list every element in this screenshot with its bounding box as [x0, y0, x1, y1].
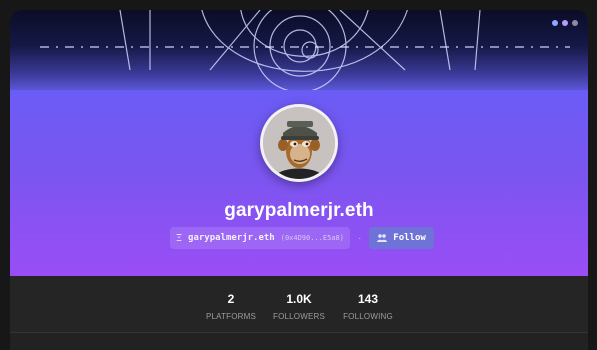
- stat-value: 2: [227, 292, 235, 306]
- follow-button[interactable]: Follow: [369, 227, 434, 249]
- profile-card: garypalmerjr.eth Ξ garypalmerjr.eth (0x4…: [10, 10, 588, 350]
- avatar[interactable]: [263, 107, 335, 179]
- stat-following[interactable]: 143 FOLLOWING: [333, 292, 403, 321]
- stat-label: PLATFORMS: [205, 312, 257, 321]
- banner-dot: [562, 20, 568, 26]
- profile-username: garypalmerjr.eth: [224, 200, 374, 221]
- stat-label: FOLLOWERS: [272, 312, 326, 321]
- avatar-frame: [260, 104, 338, 182]
- stat-platforms[interactable]: 2 PLATFORMS: [196, 292, 266, 321]
- stat-value: 143: [357, 292, 379, 306]
- profile-stats: 2 PLATFORMS 1.0K FOLLOWERS 143 FOLLOWING: [10, 276, 588, 333]
- wallet-address-pill[interactable]: Ξ garypalmerjr.eth (0x4D90...E5a8): [170, 227, 350, 249]
- separator: ·: [357, 232, 362, 244]
- ethereum-icon: Ξ: [176, 232, 183, 244]
- follow-label: Follow: [393, 233, 426, 243]
- stat-label: FOLLOWING: [343, 312, 393, 321]
- stat-value: 1.0K: [286, 292, 312, 306]
- ape-avatar-icon: [263, 107, 335, 179]
- profile-actions: Ξ garypalmerjr.eth (0x4D90...E5a8) · Fol…: [170, 227, 434, 249]
- banner-golden-ratio-art: [40, 10, 570, 90]
- banner-dots: [552, 20, 578, 26]
- users-icon: [377, 234, 388, 242]
- banner-dot: [572, 20, 578, 26]
- stat-followers[interactable]: 1.0K FOLLOWERS: [264, 292, 334, 321]
- banner-dot: [552, 20, 558, 26]
- address-name: garypalmerjr.eth: [188, 233, 275, 243]
- profile-banner: [10, 10, 588, 90]
- address-short: (0x4D90...E5a8): [280, 234, 344, 242]
